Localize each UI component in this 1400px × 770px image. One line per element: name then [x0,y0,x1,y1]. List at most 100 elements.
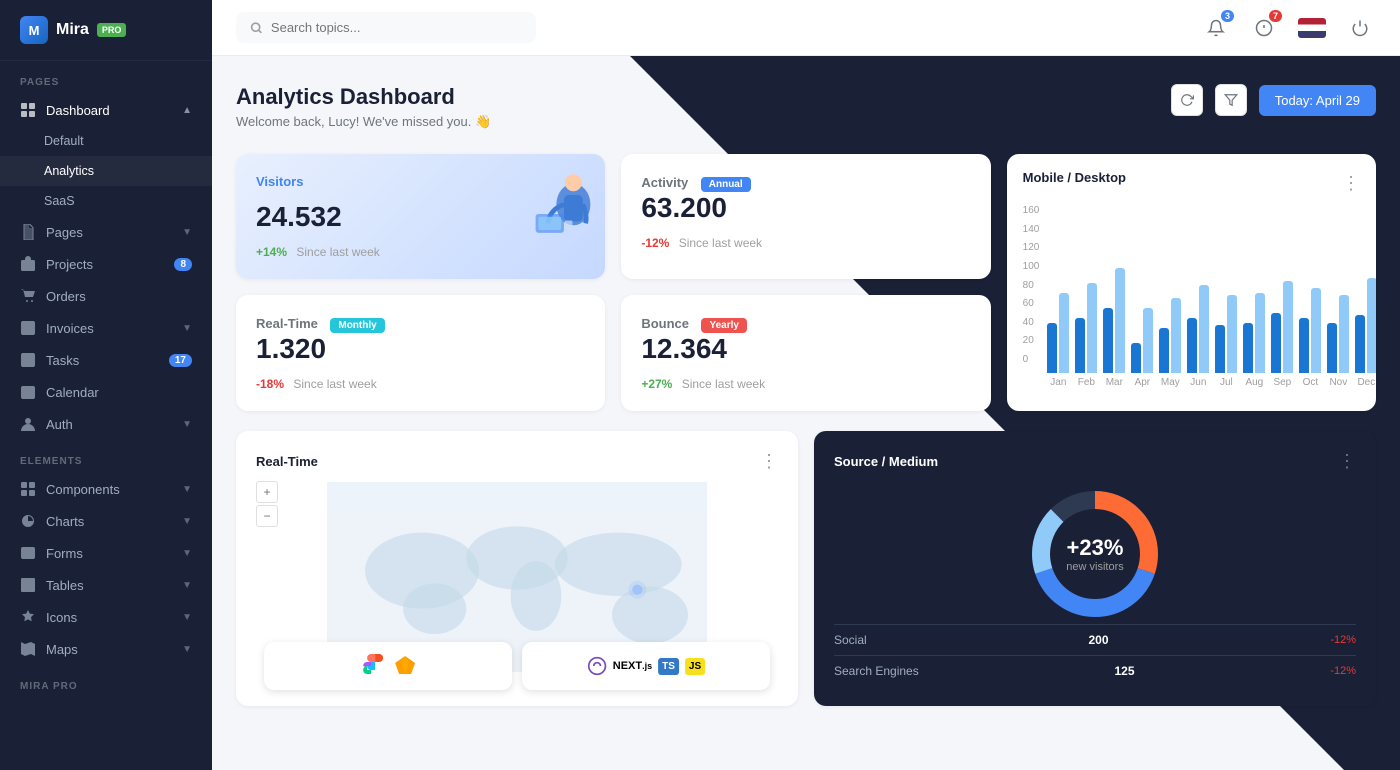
source-row-search: Search Engines 125 -12% [834,655,1356,686]
tasks-badge: 17 [169,354,192,367]
page-title: Analytics Dashboard [236,84,491,110]
mobile-desktop-card: Mobile / Desktop ⋮ 0 20 40 60 80 100 120 [1007,154,1376,411]
x-label: Oct [1299,377,1321,388]
date-button[interactable]: Today: April 29 [1259,85,1376,116]
topbar-actions: 3 7 [1200,12,1376,44]
bottom-grid: Real-Time ⋮ + − [236,431,1376,706]
bar-dark [1355,315,1365,373]
bar-group [1187,285,1209,373]
logo-icon: M [20,16,48,44]
components-label: Components [46,482,120,497]
x-label: Jun [1187,377,1209,388]
bar-dark [1187,318,1197,373]
visitors-change: +14% Since last week [256,245,585,259]
invoices-label: Invoices [46,321,94,336]
pages-chevron: ▼ [182,227,192,238]
charts-chevron: ▼ [182,516,192,527]
refresh-icon [1180,93,1194,107]
sidebar-item-projects[interactable]: Projects 8 [0,248,212,280]
x-label: Dec [1355,377,1376,388]
realtime-badge: Monthly [330,318,384,333]
source-social-val: 200 [1088,633,1108,647]
filter-button[interactable] [1215,84,1247,116]
source-search-name: Search Engines [834,664,919,678]
chart-y-axis: 0 20 40 60 80 100 120 140 160 [1023,205,1048,365]
x-label: Jan [1047,377,1069,388]
figma-icon [359,654,383,678]
page-title-section: Analytics Dashboard Welcome back, Lucy! … [236,84,491,130]
sidebar-item-tasks[interactable]: Tasks 17 [0,344,212,376]
bounce-change: +27% Since last week [641,377,970,391]
sidebar-item-auth[interactable]: Auth ▼ [0,408,212,440]
section-label-pages: PAGES [0,61,212,94]
realtime-card: Real-Time Monthly 1.320 -18% Since last … [236,295,605,411]
content-area: Analytics Dashboard Welcome back, Lucy! … [212,56,1400,770]
bar-light [1255,293,1265,373]
bounce-label: Bounce [641,316,689,331]
auth-chevron: ▼ [182,419,192,430]
notifications-button[interactable]: 3 [1200,12,1232,44]
filter-icon [1224,93,1238,107]
sidebar-item-pages[interactable]: Pages ▼ [0,216,212,248]
sidebar-item-analytics[interactable]: Analytics [0,156,212,186]
power-icon [1351,19,1369,37]
nextjs-logo-text: NEXT.js [613,660,652,672]
sidebar-item-forms[interactable]: Forms ▼ [0,537,212,569]
x-label: May [1159,377,1181,388]
sidebar-item-calendar[interactable]: Calendar [0,376,212,408]
page-header: Analytics Dashboard Welcome back, Lucy! … [236,84,1376,130]
flag-icon [1298,18,1326,38]
bar-dark [1243,323,1253,373]
bar-dark [1075,318,1085,373]
javascript-logo: JS [685,658,705,675]
search-input[interactable] [271,20,522,35]
sidebar-item-invoices[interactable]: Invoices ▼ [0,312,212,344]
sidebar-item-maps[interactable]: Maps ▼ [0,633,212,665]
bounce-badge: Yearly [701,318,746,333]
realtime-change-pct: -18% [256,377,284,391]
pro-badge: PRO [97,23,127,37]
sidebar-item-dashboard[interactable]: Dashboard ▲ [0,94,212,126]
page-subtitle: Welcome back, Lucy! We've missed you. 👋 [236,114,491,130]
pages-label: Pages [46,225,83,240]
activity-label: Activity [641,175,688,190]
bar-light [1115,268,1125,373]
sidebar-item-tables[interactable]: Tables ▼ [0,569,212,601]
visitors-change-label: Since last week [296,245,379,259]
sidebar-item-icons[interactable]: Icons ▼ [0,601,212,633]
refresh-button[interactable] [1171,84,1203,116]
sidebar-item-components[interactable]: Components ▼ [0,473,212,505]
visitors-card: Visitors 24.532 +14% [236,154,605,279]
projects-badge: 8 [174,258,192,271]
more-options-button[interactable]: ⋮ [1342,173,1360,194]
bar-light [1367,278,1376,373]
activity-card: Activity Annual 63.200 -12% Since last w… [621,154,990,279]
sidebar-item-orders[interactable]: Orders [0,280,212,312]
bar-light [1339,295,1349,373]
chart-container: 0 20 40 60 80 100 120 140 160 Jan [1023,205,1360,388]
bar-dark [1047,323,1057,373]
map-more-button[interactable]: ⋮ [760,451,778,472]
source-rows: Social 200 -12% Search Engines 125 -12% [834,624,1356,686]
bar-light [1087,283,1097,373]
language-button[interactable] [1296,12,1328,44]
orders-label: Orders [46,289,86,304]
activity-change-label: Since last week [679,236,762,250]
sidebar-item-charts[interactable]: Charts ▼ [0,505,212,537]
source-more-button[interactable]: ⋮ [1338,451,1356,472]
auth-label: Auth [46,417,73,432]
donut-label: new visitors [1066,561,1123,573]
forms-chevron: ▼ [182,548,192,559]
sidebar-item-saas[interactable]: SaaS [0,186,212,216]
analytics-label: Analytics [44,164,94,178]
power-button[interactable] [1344,12,1376,44]
visitors-change-pct: +14% [256,245,287,259]
bar-dark [1327,323,1337,373]
bar-chart [1047,213,1376,373]
sidebar-item-default[interactable]: Default [0,126,212,156]
calendar-label: Calendar [46,385,99,400]
alerts-button[interactable]: 7 [1248,12,1280,44]
realtime-label: Real-Time [256,316,318,331]
search-box[interactable] [236,12,536,43]
bar-light [1311,288,1321,373]
